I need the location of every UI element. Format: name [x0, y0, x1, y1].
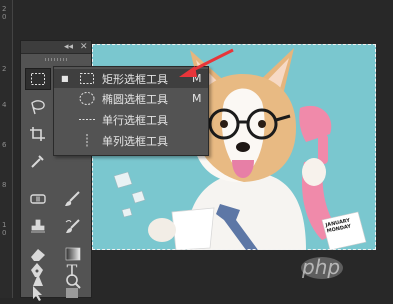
- menu-item-shortcut: M: [192, 92, 202, 105]
- crop-tool[interactable]: [25, 123, 51, 145]
- healing-brush-tool[interactable]: [25, 188, 51, 210]
- shape-tool[interactable]: [59, 282, 85, 304]
- brush-tool[interactable]: [60, 188, 86, 210]
- panel-grip[interactable]: [45, 58, 69, 61]
- collapse-panel-icon[interactable]: ◂◂: [64, 41, 73, 53]
- clone-stamp-tool[interactable]: [25, 216, 51, 238]
- close-panel-icon[interactable]: ✕: [80, 41, 88, 53]
- ellipse-marquee-icon: [79, 92, 95, 105]
- panel-header[interactable]: ◂◂ ✕: [21, 41, 91, 54]
- path-select-tool[interactable]: [24, 282, 50, 304]
- single-column-marquee-icon: [86, 134, 88, 147]
- rectangle-shape-icon: [66, 288, 78, 298]
- stamp-icon: [31, 219, 45, 233]
- selected-bullet: ■: [61, 74, 69, 83]
- pen-icon: [31, 263, 43, 277]
- ruler-tick: 0: [2, 229, 7, 237]
- menu-item-label: 单列选框工具: [102, 134, 168, 148]
- type-tool[interactable]: T: [59, 259, 85, 281]
- single-row-marquee-icon: [79, 119, 95, 120]
- menu-item-label: 单行选框工具: [102, 113, 168, 127]
- pen-tool[interactable]: [24, 259, 50, 281]
- marquee-icon: [31, 73, 45, 85]
- type-icon: T: [66, 260, 78, 280]
- rect-marquee-icon: [80, 73, 94, 84]
- lasso-tool[interactable]: [25, 96, 51, 118]
- annotation-arrow: [179, 48, 234, 77]
- ruler-tick: 6: [2, 141, 7, 149]
- arrow-select-icon: [33, 286, 42, 301]
- history-brush-icon: [65, 219, 80, 233]
- crop-icon: [30, 127, 45, 141]
- vertical-ruler: 2 0 2 4 6 8 1 0: [0, 0, 13, 298]
- ruler-tick: 2: [2, 65, 7, 73]
- menu-item-single-column-marquee[interactable]: 单列选框工具: [54, 131, 208, 150]
- ruler-tick: 0: [2, 13, 7, 21]
- menu-item-single-row-marquee[interactable]: 单行选框工具: [54, 110, 208, 129]
- history-brush-tool[interactable]: [60, 216, 86, 238]
- ruler-tick: 2: [2, 5, 7, 13]
- lasso-icon: [31, 100, 45, 115]
- ruler-tick: 1: [2, 221, 7, 229]
- eyedropper-icon: [31, 155, 44, 168]
- watermark-text: php: [302, 255, 341, 279]
- menu-item-label: 矩形选框工具: [102, 72, 168, 86]
- eyedropper-tool[interactable]: [25, 150, 51, 172]
- ruler-tick: 8: [2, 181, 7, 189]
- ruler-tick: 4: [2, 101, 7, 109]
- rect-marquee-tool[interactable]: [25, 68, 51, 90]
- brush-icon: [65, 191, 80, 206]
- menu-item-ellipse-marquee[interactable]: 椭圆选框工具 M: [54, 89, 208, 108]
- php-watermark: php: [300, 254, 380, 282]
- bandage-icon: [30, 194, 46, 204]
- menu-item-label: 椭圆选框工具: [102, 92, 168, 106]
